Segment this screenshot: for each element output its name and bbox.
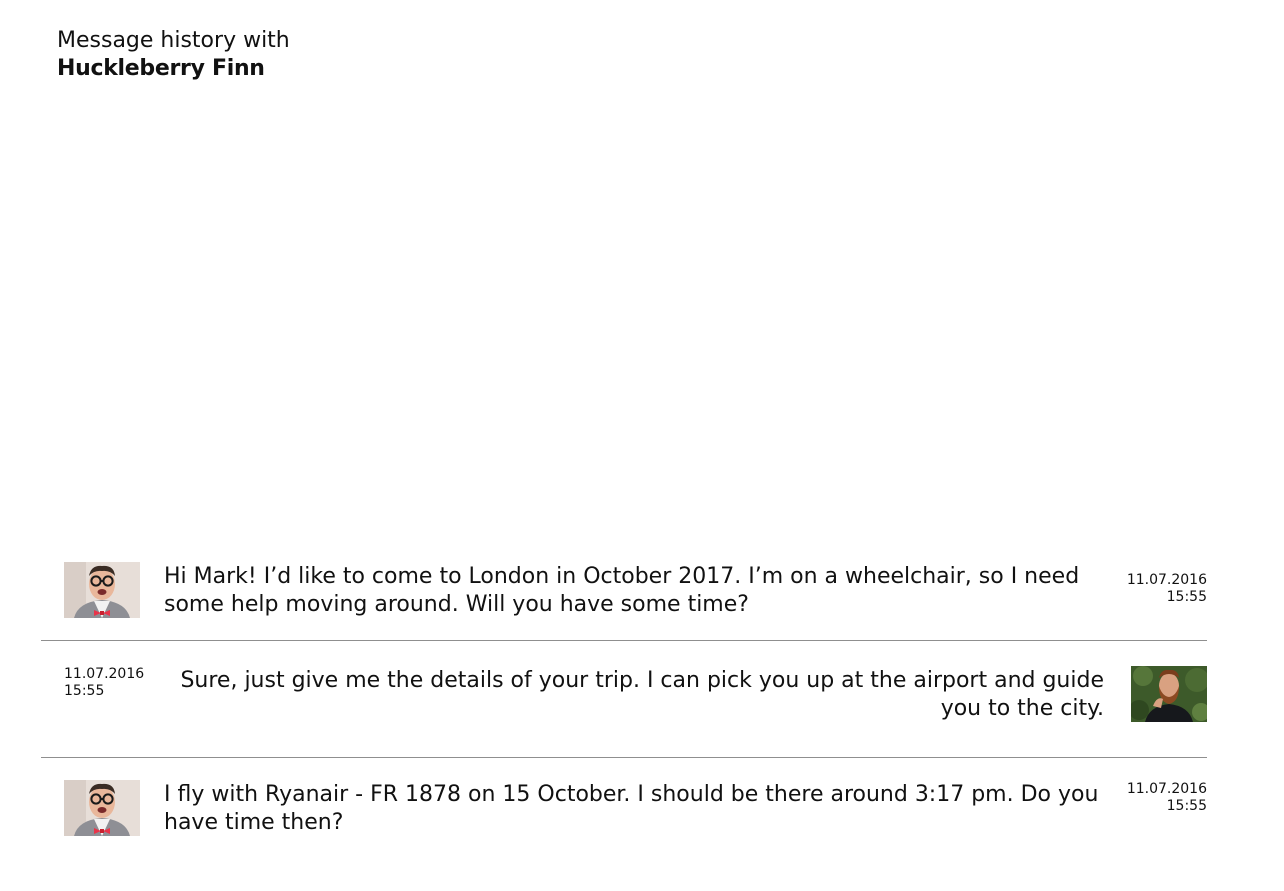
message-divider [41, 757, 1207, 758]
sender-avatar[interactable] [64, 780, 140, 836]
contact-name: Huckleberry Finn [57, 56, 265, 81]
message-time: 15:55 [1166, 798, 1207, 814]
header-label: Message history with [57, 28, 290, 53]
message-item: Hi Mark! I’d like to come to London in O… [41, 562, 1207, 622]
avatar-glasses-bowtie-icon [64, 562, 140, 618]
message-item: I fly with Ryanair - FR 1878 on 15 Octob… [41, 780, 1207, 840]
conversation-header: Message history with Huckleberry Finn [57, 27, 290, 83]
sender-avatar[interactable] [1131, 666, 1207, 722]
sender-avatar[interactable] [64, 562, 140, 618]
message-timestamp: 11.07.2016 15:55 [1127, 572, 1207, 606]
message-date: 11.07.2016 [1126, 781, 1207, 797]
message-date: 11.07.2016 [64, 666, 145, 682]
message-timestamp: 11.07.2016 15:55 [1127, 781, 1207, 815]
message-time: 15:55 [1166, 589, 1207, 605]
message-divider [41, 640, 1207, 641]
avatar-glasses-bowtie-icon [64, 780, 140, 836]
message-item: Sure, just give me the details of your t… [41, 665, 1207, 725]
avatar-bearded-man-icon [1131, 666, 1207, 722]
message-text: I fly with Ryanair - FR 1878 on 15 Octob… [164, 782, 1099, 835]
message-date: 11.07.2016 [1126, 572, 1207, 588]
message-text: Sure, just give me the details of your t… [180, 668, 1104, 721]
message-text: Hi Mark! I’d like to come to London in O… [164, 564, 1080, 617]
message-time: 15:55 [64, 683, 105, 699]
message-timestamp: 11.07.2016 15:55 [64, 666, 144, 700]
